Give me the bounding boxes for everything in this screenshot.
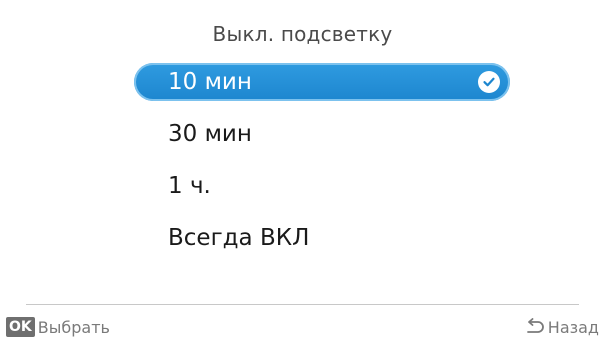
- footer-divider: [26, 304, 579, 305]
- select-hint[interactable]: OK Выбрать: [6, 315, 110, 339]
- footer-hints: OK Выбрать Назад: [0, 315, 605, 339]
- option-list: 10 мин 30 мин 1 ч. Всегда ВКЛ: [134, 63, 510, 271]
- select-label: Выбрать: [37, 317, 110, 337]
- option-label: 1 ч.: [168, 173, 211, 199]
- back-arrow-icon: [524, 318, 546, 336]
- ok-key-icon: OK: [6, 317, 35, 337]
- menu-title: Выкл. подсветку: [212, 22, 393, 46]
- check-icon: [478, 71, 500, 93]
- backlight-off-screen: Выкл. подсветку 10 мин 30 мин 1 ч. Всегд…: [0, 0, 605, 344]
- back-hint[interactable]: Назад: [524, 315, 599, 339]
- option-10-min[interactable]: 10 мин: [134, 63, 510, 101]
- option-30-min[interactable]: 30 мин: [134, 115, 510, 153]
- option-always-on[interactable]: Всегда ВКЛ: [134, 219, 510, 257]
- option-label: 30 мин: [168, 121, 252, 147]
- option-label: Всегда ВКЛ: [168, 225, 310, 251]
- back-label: Назад: [547, 317, 599, 337]
- option-label: 10 мин: [168, 69, 252, 95]
- option-1-hour[interactable]: 1 ч.: [134, 167, 510, 205]
